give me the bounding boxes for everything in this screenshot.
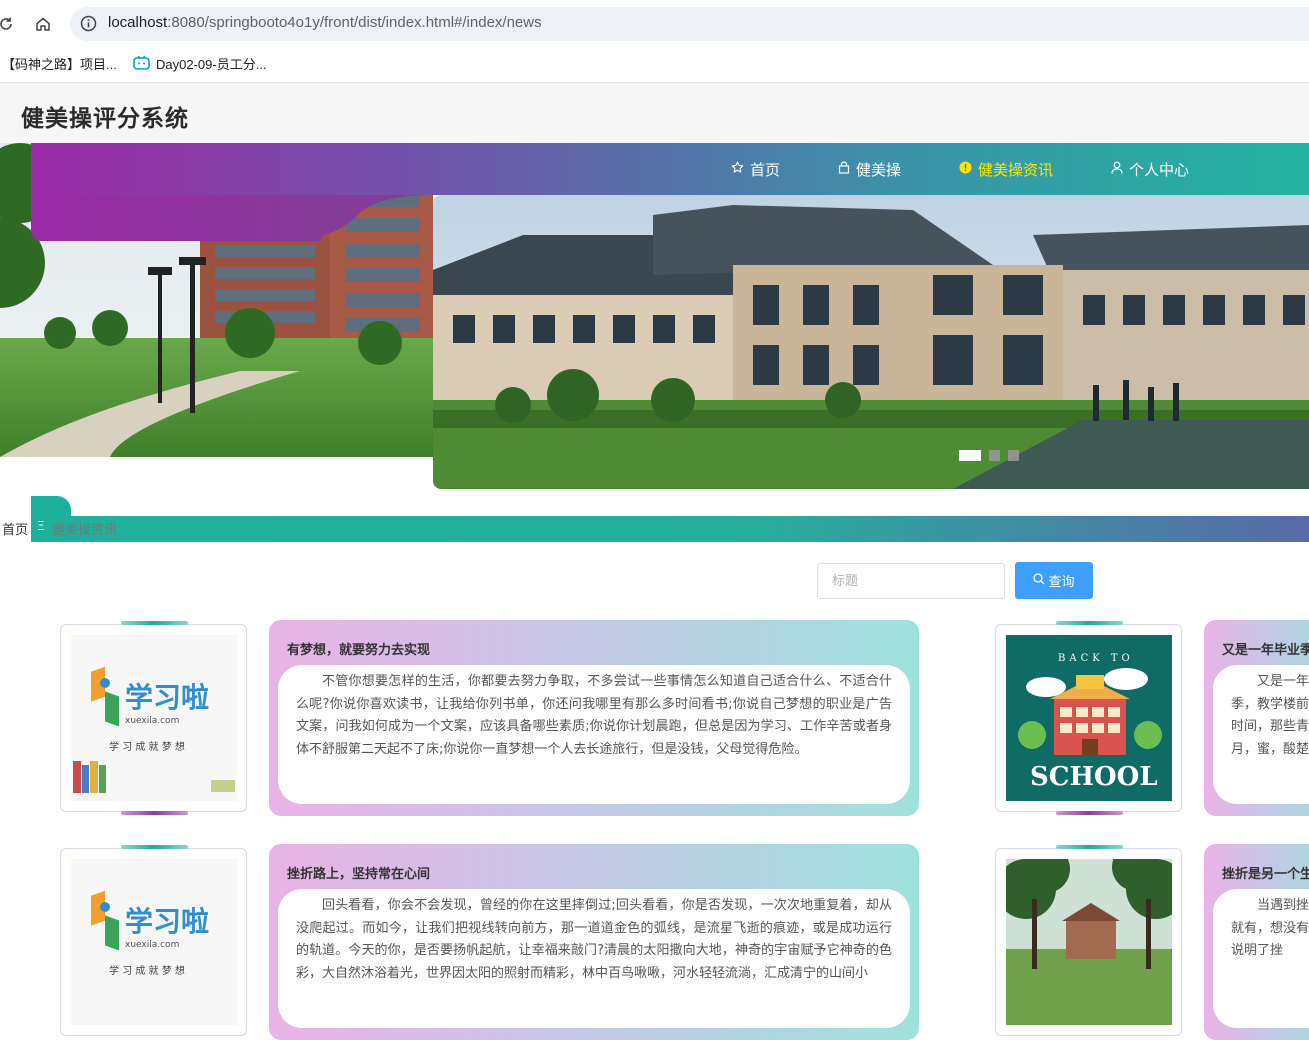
news-thumbnail[interactable]: 学习啦 xuexila.com 学 习 成 就 梦 想 — [71, 635, 237, 801]
site-header: 健美操评分系统 — [0, 83, 1309, 143]
news-thumbnail[interactable]: BACK TO SCHOOL — [1006, 635, 1172, 801]
news-card[interactable]: 挫折是另一个生 当遇到挫折，就有，想没有象地说明了挫 — [995, 844, 1309, 1040]
breadcrumb-separator: Ξ — [37, 519, 45, 533]
title-search-input[interactable] — [817, 563, 1005, 599]
breadcrumb-tab-decoration — [31, 496, 71, 516]
news-text-panel: 挫折路上，坚持常在心间 回头看看，你会不会发现，曾经的你在这里摔倒过;回头看看，… — [269, 844, 919, 1040]
frame-accent-top — [1056, 621, 1123, 625]
breadcrumb-bar — [31, 516, 1309, 542]
url-host: localhost — [108, 14, 168, 31]
nav-items: 首页 健美操 健美操资讯 个人中心 — [731, 143, 1247, 195]
breadcrumb-current: 健美操资讯 — [52, 523, 118, 538]
news-body: 又是一年毕业季，教学楼前面，时间，那些青葱岁月，蜜，酸楚，苦 — [1213, 665, 1309, 804]
news-summary: 又是一年毕业季，教学楼前面，时间，那些青葱岁月，蜜，酸楚，苦 — [1231, 674, 1309, 757]
frame-accent-top — [121, 845, 188, 849]
svg-text:xuexila.com: xuexila.com — [125, 716, 179, 726]
news-thumbnail[interactable] — [1006, 859, 1172, 1025]
news-title[interactable]: 有梦想，就要努力去实现 — [287, 639, 430, 658]
reload-icon[interactable] — [0, 12, 18, 36]
news-card[interactable]: BACK TO SCHOOL 又是一年毕业季 又是一年毕业季，教学楼前面，时间，… — [995, 620, 1309, 816]
nav-label: 健美操资讯 — [978, 160, 1054, 179]
svg-text:学 习 成 就 梦 想: 学 习 成 就 梦 想 — [109, 964, 185, 977]
nav-label: 健美操 — [856, 160, 902, 179]
nav-label: 首页 — [750, 160, 781, 179]
lock-bag-icon — [838, 160, 850, 178]
url-text: localhost:8080/springbooto4o1y/front/dis… — [108, 14, 542, 31]
svg-text:学 习 成 就 梦 想: 学 习 成 就 梦 想 — [109, 740, 185, 753]
svg-text:学习啦: 学习啦 — [125, 905, 209, 938]
info-circle-icon — [959, 160, 972, 178]
nav-item-home[interactable]: 首页 — [731, 159, 780, 180]
news-thumbnail-frame: BACK TO SCHOOL — [995, 621, 1182, 815]
news-thumbnail-frame — [995, 845, 1182, 1036]
carousel-dot-1[interactable] — [959, 450, 981, 461]
news-title[interactable]: 挫折路上，坚持常在心间 — [287, 863, 430, 882]
bookmarks-bar: 【码神之路】项目... Day02-09-员工分... — [0, 48, 1309, 83]
bookmark-item-2[interactable]: Day02-09-员工分... — [133, 54, 267, 73]
carousel-indicators — [959, 450, 1019, 461]
news-thumbnail-frame: 学习啦 xuexila.com 学 习 成 就 梦 想 — [60, 845, 247, 1036]
nav-label: 个人中心 — [1129, 160, 1190, 179]
news-thumbnail-frame: 学习啦 xuexila.com 学 习 成 就 梦 想 — [60, 621, 247, 815]
svg-text:学习啦: 学习啦 — [125, 681, 209, 714]
news-body: 不管你想要怎样的生活，你都要去努力争取，不多尝试一些事情怎么知道自己适合什么、不… — [278, 665, 910, 804]
nav-decoration — [31, 195, 321, 241]
news-text-panel: 挫折是另一个生 当遇到挫折，就有，想没有象地说明了挫 — [1204, 844, 1309, 1040]
url-path: :8080/springbooto4o1y/front/dist/index.h… — [167, 14, 542, 31]
frame-accent-bottom — [121, 811, 188, 815]
nav-item-profile[interactable]: 个人中心 — [1111, 159, 1189, 180]
news-title[interactable]: 挫折是另一个生 — [1222, 863, 1309, 882]
news-card[interactable]: 学习啦 xuexila.com 学 习 成 就 梦 想 有梦想，就要努力去实现 … — [60, 620, 920, 816]
banner-carousel: 首页 健美操 健美操资讯 个人中心 — [0, 143, 1309, 493]
nav-item-aerobics[interactable]: 健美操 — [838, 159, 901, 180]
home-icon[interactable] — [31, 12, 55, 36]
news-text-panel: 有梦想，就要努力去实现 不管你想要怎样的生活，你都要去努力争取，不多尝试一些事情… — [269, 620, 919, 816]
news-summary: 当遇到挫折，就有，想没有象地说明了挫 — [1231, 898, 1309, 958]
news-summary: 回头看看，你会不会发现，曾经的你在这里摔倒过;回头看看，你是否发现，一次次地重复… — [296, 898, 892, 981]
main-nav: 首页 健美操 健美操资讯 个人中心 — [31, 143, 1309, 195]
search-icon — [1033, 572, 1045, 589]
url-field[interactable]: localhost:8080/springbooto4o1y/front/dis… — [70, 7, 1309, 41]
user-icon — [1111, 160, 1123, 178]
news-title[interactable]: 又是一年毕业季 — [1222, 639, 1309, 658]
bookmark-label: 【码神之路】项目... — [2, 57, 117, 72]
bookmark-label: Day02-09-员工分... — [156, 57, 267, 72]
frame-accent-bottom — [1056, 811, 1123, 815]
svg-text:xuexila.com: xuexila.com — [125, 940, 179, 950]
nav-item-news[interactable]: 健美操资讯 — [959, 159, 1053, 180]
site-info-icon[interactable] — [80, 15, 97, 36]
breadcrumb-home[interactable]: 首页 — [2, 519, 28, 538]
news-summary: 不管你想要怎样的生活，你都要去努力争取，不多尝试一些事情怎么知道自己适合什么、不… — [296, 674, 892, 757]
frame-accent-top — [1056, 845, 1123, 849]
svg-text:BACK TO: BACK TO — [1058, 653, 1134, 664]
news-body: 回头看看，你会不会发现，曾经的你在这里摔倒过;回头看看，你是否发现，一次次地重复… — [278, 889, 910, 1028]
star-icon — [731, 160, 744, 178]
news-thumbnail[interactable]: 学习啦 xuexila.com 学 习 成 就 梦 想 — [71, 859, 237, 1025]
carousel-dot-3[interactable] — [1008, 450, 1019, 461]
nav-curve-decoration — [300, 195, 433, 241]
frame-accent-top — [121, 621, 188, 625]
carousel-slide-active[interactable] — [433, 195, 1309, 489]
search-button[interactable]: 查询 — [1015, 562, 1093, 599]
svg-text:SCHOOL: SCHOOL — [1030, 762, 1158, 792]
bilibili-icon — [133, 54, 150, 73]
site-title: 健美操评分系统 — [21, 106, 189, 132]
browser-address-bar: localhost:8080/springbooto4o1y/front/dis… — [0, 0, 1309, 48]
bookmark-item-1[interactable]: 【码神之路】项目... — [2, 54, 117, 73]
news-card[interactable]: 学习啦 xuexila.com 学 习 成 就 梦 想 挫折路上，坚持常在心间 … — [60, 844, 920, 1040]
search-button-label: 查询 — [1048, 575, 1075, 590]
news-text-panel: 又是一年毕业季 又是一年毕业季，教学楼前面，时间，那些青葱岁月，蜜，酸楚，苦 — [1204, 620, 1309, 816]
carousel-dot-2[interactable] — [989, 450, 1000, 461]
news-body: 当遇到挫折，就有，想没有象地说明了挫 — [1213, 889, 1309, 1028]
